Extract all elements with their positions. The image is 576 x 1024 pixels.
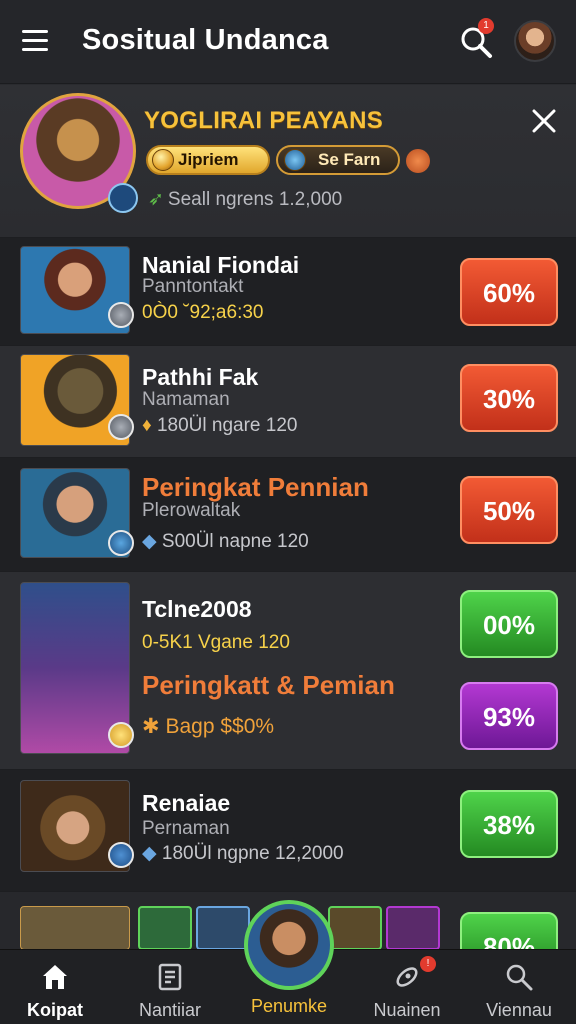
nav-label: Nantiiar — [138, 1000, 202, 1020]
nav-item-nantiiar[interactable]: Nantiiar — [115, 950, 225, 1024]
list-item[interactable]: Tclne2008 0-5K1 Vgane 120 Peringkatt & P… — [0, 571, 576, 769]
player-meta: ◆ 180Ül ngpne 12,2000 — [142, 843, 344, 864]
list-item[interactable]: Pathhi Fak Namaman ♦ 180Ül ngare 120 30% — [0, 345, 576, 457]
tag-icon: ◆ — [142, 843, 157, 864]
player-meta: 0-5K1 Vgane 120 — [142, 632, 290, 653]
shield-badge-icon — [108, 842, 134, 868]
percentage-badge-secondary[interactable]: 93% — [460, 682, 558, 750]
notification-badge: ! — [420, 956, 436, 972]
player-subtitle: Pernaman — [142, 818, 230, 839]
player-thumbnail — [386, 906, 440, 949]
coin-badge-icon — [108, 722, 134, 748]
nav-label: Nuainen — [373, 1000, 441, 1020]
player-name: Renaiae — [142, 790, 231, 816]
player-thumbnail — [20, 906, 130, 949]
close-icon[interactable] — [528, 105, 560, 137]
shield-badge-icon — [108, 183, 138, 213]
player-subtitle: Panntontakt — [142, 276, 244, 297]
percentage-badge[interactable]: 38% — [460, 790, 558, 858]
rocket-icon — [396, 967, 418, 987]
document-icon — [158, 963, 182, 991]
banner-stat: ➶ Seall ngrens 1.2,000 — [148, 189, 343, 210]
leaf-icon: ➶ — [148, 189, 164, 210]
pill-label: Jipriem — [178, 150, 239, 169]
percentage-badge[interactable]: 50% — [460, 476, 558, 544]
menu-icon[interactable] — [22, 30, 48, 52]
player-thumbnail — [196, 906, 250, 949]
promo-banner[interactable]: YOGLIRAI PEAYANS Jipriem Se Farn ➶ Seall … — [0, 85, 576, 237]
se-farn-button[interactable]: Se Farn — [276, 145, 400, 175]
coin-icon — [152, 149, 174, 171]
diamond-icon: ♦ — [142, 415, 152, 436]
spark-icon: ✱ — [142, 715, 160, 738]
pill-label: Se Farn — [318, 150, 381, 169]
coin-icon — [284, 149, 306, 171]
banner-title: YOGLIRAI PEAYANS — [144, 107, 384, 134]
nav-label: Viennau — [486, 1000, 552, 1020]
shield-badge-icon — [108, 530, 134, 556]
percentage-badge[interactable]: 00% — [460, 590, 558, 658]
shield-badge-icon — [108, 302, 134, 328]
nav-item-koipat[interactable]: Koipat — [0, 950, 110, 1024]
player-name: Nanial Fiondai — [142, 252, 300, 278]
percentage-badge[interactable]: 80% — [460, 912, 558, 949]
nav-label: Koipat — [27, 1000, 83, 1020]
nav-item-nuainen[interactable]: ! Nuainen — [352, 950, 462, 1024]
center-nav-avatar[interactable] — [244, 900, 334, 990]
nav-label-penumke[interactable]: Penumke — [228, 996, 350, 1017]
player-meta: ◆ S00Ül napne 120 — [142, 531, 309, 552]
player-subtitle: Namaman — [142, 389, 230, 410]
player-name: Peringkat Pennian — [142, 472, 369, 502]
player-name: Pathhi Fak — [142, 364, 259, 390]
player-name-secondary: Peringkatt & Pemian — [142, 670, 395, 700]
home-icon — [43, 965, 67, 989]
mask-icon — [406, 149, 430, 173]
list-item[interactable]: Nanial Fiondai Panntontakt 0Ò0 ˘92;a6:30… — [0, 237, 576, 345]
player-thumbnail — [138, 906, 192, 949]
player-meta: ♦ 180Ül ngare 120 — [142, 415, 298, 436]
top-bar: Sositual Undanca 1 — [0, 0, 576, 84]
player-subtitle: Plerowaltak — [142, 500, 241, 521]
jipriem-button[interactable]: Jipriem — [146, 145, 270, 175]
shield-badge-icon — [108, 414, 134, 440]
player-meta-secondary: ✱ Bagp $$0% — [142, 715, 275, 738]
app-title: Sositual Undanca — [82, 24, 329, 56]
player-thumbnail — [328, 906, 382, 949]
percentage-badge[interactable]: 30% — [460, 364, 558, 432]
percentage-badge[interactable]: 60% — [460, 258, 558, 326]
notification-badge: 1 — [478, 18, 494, 34]
list-item[interactable]: Peringkat Pennian Plerowaltak ◆ S00Ül na… — [0, 457, 576, 571]
list-item[interactable]: Renaiae Pernaman ◆ 180Ül ngpne 12,2000 3… — [0, 769, 576, 891]
nav-item-viennau[interactable]: Viennau — [464, 950, 574, 1024]
search-icon — [506, 964, 533, 991]
player-name: Tclne2008 — [142, 596, 252, 622]
player-meta: 0Ò0 ˘92;a6:30 — [142, 302, 264, 323]
profile-avatar[interactable] — [514, 20, 556, 62]
tag-icon: ◆ — [142, 531, 157, 552]
